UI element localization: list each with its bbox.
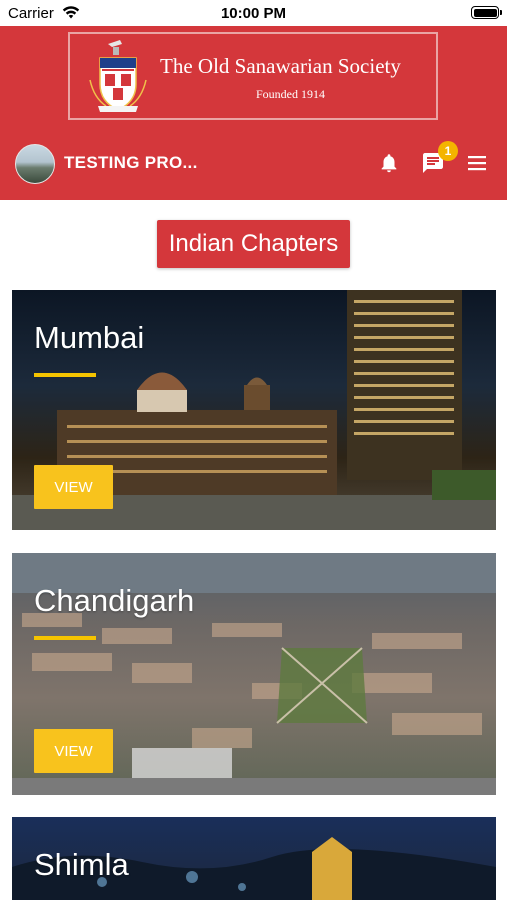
- battery-icon: [471, 6, 502, 19]
- title-underline: [34, 636, 96, 640]
- bell-icon[interactable]: [378, 152, 400, 174]
- title-underline: [34, 373, 96, 377]
- chapter-title: Mumbai: [34, 320, 145, 355]
- founded-year: Founded 1914: [256, 87, 325, 101]
- crest-icon: [89, 40, 147, 112]
- chapter-card-chandigarh[interactable]: Chandigarh VIEW: [12, 553, 496, 795]
- view-button-mumbai[interactable]: VIEW: [34, 465, 113, 509]
- chapter-card-mumbai[interactable]: Mumbai VIEW: [12, 290, 496, 530]
- notification-badge: 1: [438, 141, 458, 161]
- status-bar: Carrier 10:00 PM: [0, 0, 507, 26]
- hamburger-menu-icon[interactable]: [466, 154, 488, 172]
- indian-chapters-button[interactable]: Indian Chapters: [157, 220, 350, 268]
- app-header: The Old Sanawarian Society Founded 1914 …: [0, 26, 507, 200]
- society-name: The Old Sanawarian Society: [160, 54, 401, 78]
- view-button-chandigarh[interactable]: VIEW: [34, 729, 113, 773]
- user-avatar[interactable]: [15, 144, 55, 184]
- clock: 10:00 PM: [220, 5, 287, 22]
- chapter-card-shimla[interactable]: Shimla: [12, 817, 496, 900]
- chapter-title: Chandigarh: [34, 583, 195, 618]
- chapter-title: Shimla: [34, 847, 129, 882]
- user-name[interactable]: TESTING PRO...: [64, 153, 198, 173]
- society-logo[interactable]: The Old Sanawarian Society Founded 1914: [68, 32, 438, 120]
